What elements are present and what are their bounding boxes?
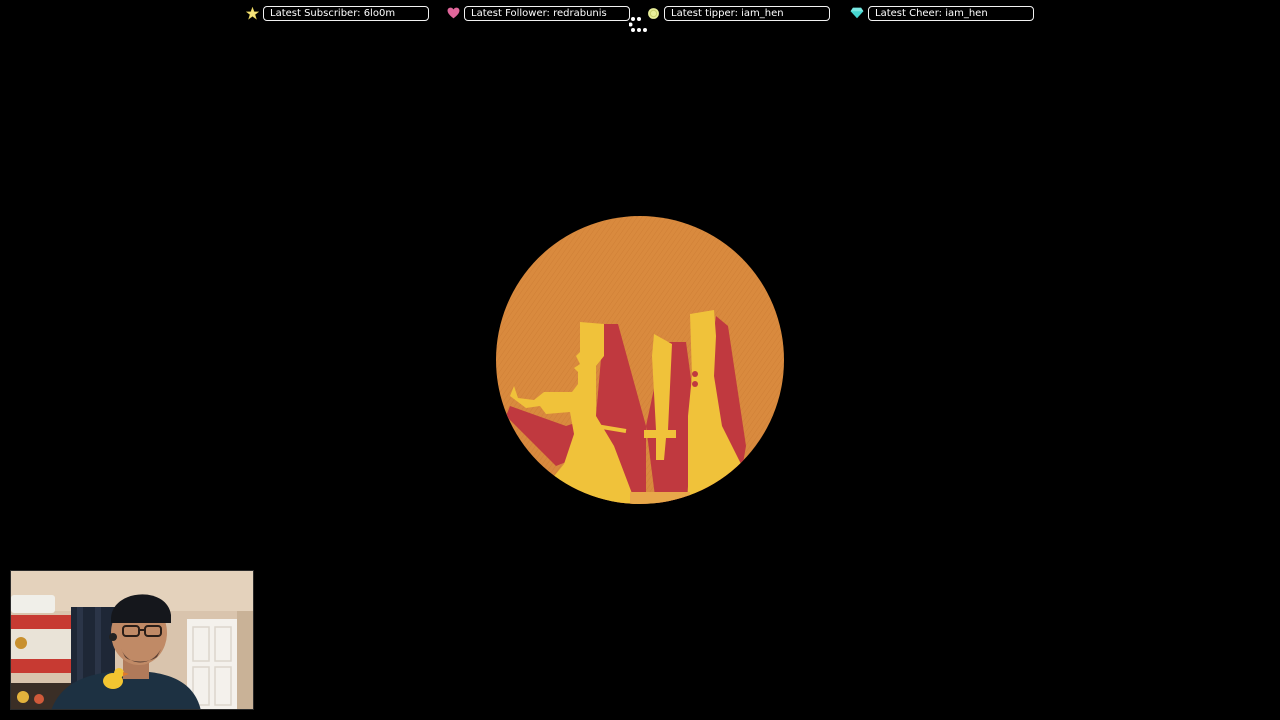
latest-cheer-label: Latest Cheer: iam_hen	[868, 5, 1034, 21]
latest-subscriber-alert: Latest Subscriber: 6lo0m	[245, 5, 429, 21]
latest-tipper-alert: Latest tipper: iam_hen	[646, 5, 830, 21]
latest-tipper-label: Latest tipper: iam_hen	[664, 5, 830, 21]
star-icon	[245, 6, 259, 20]
diamond-icon	[850, 6, 864, 20]
webcam-feed	[10, 570, 254, 710]
latest-subscriber-label: Latest Subscriber: 6lo0m	[263, 5, 429, 21]
latest-follower-alert: Latest Follower: redrabunis	[446, 5, 630, 21]
loading-dots-icon	[628, 16, 653, 34]
crossed-weapons-emblem	[496, 216, 784, 504]
heart-icon	[446, 6, 460, 20]
latest-follower-label: Latest Follower: redrabunis	[464, 5, 630, 21]
latest-cheer-alert: Latest Cheer: iam_hen	[850, 5, 1034, 21]
air-conditioner	[11, 595, 55, 613]
stream-canvas: Latest Subscriber: 6lo0m Latest Follower…	[0, 0, 1280, 720]
